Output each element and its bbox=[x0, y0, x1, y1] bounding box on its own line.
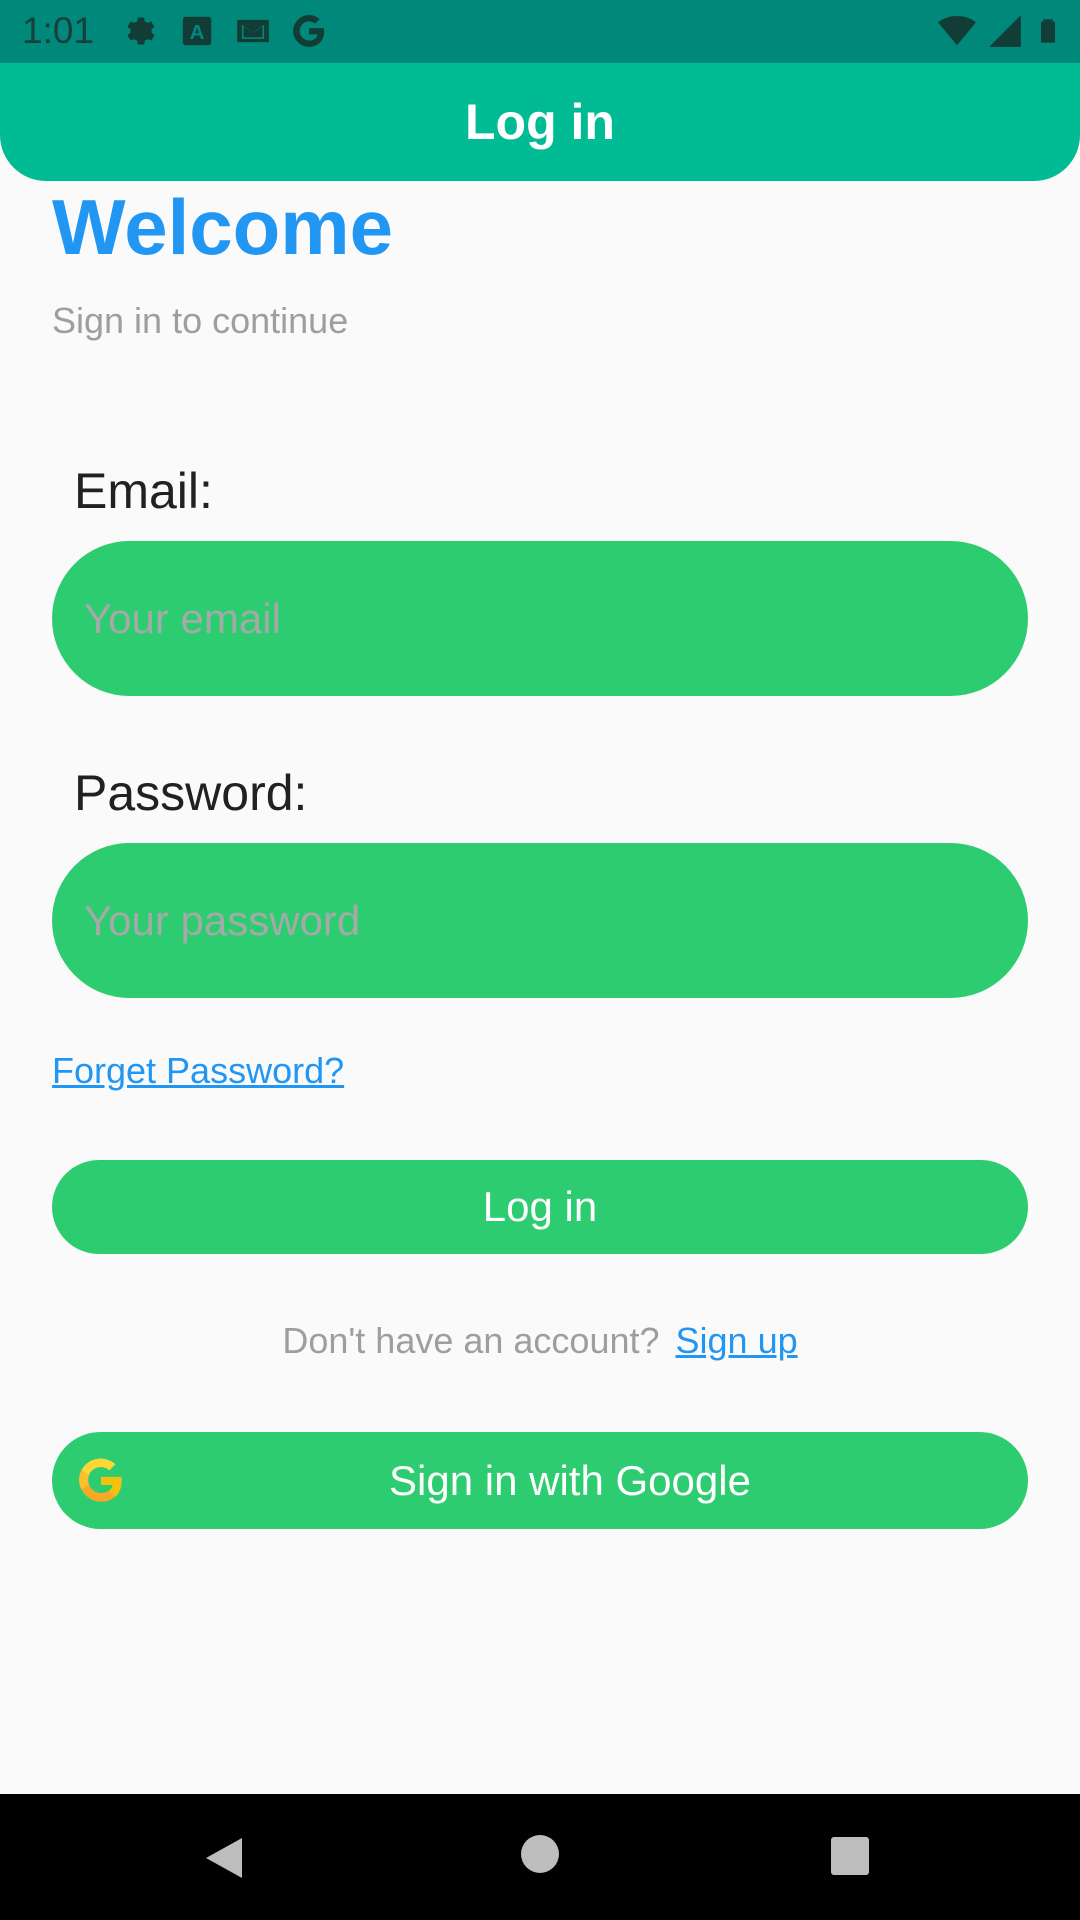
nav-bar bbox=[0, 1794, 1080, 1920]
login-button[interactable]: Log in bbox=[52, 1160, 1028, 1254]
google-g-icon bbox=[79, 1458, 122, 1502]
status-bar: 1:01 A bbox=[0, 0, 1080, 63]
signup-question: Don't have an account? bbox=[282, 1320, 660, 1361]
signal-icon bbox=[989, 15, 1021, 47]
email-field[interactable] bbox=[52, 541, 1028, 696]
welcome-title: Welcome bbox=[52, 183, 394, 271]
status-icons-left: A bbox=[122, 12, 328, 50]
status-icons-right bbox=[938, 12, 1062, 50]
back-icon[interactable] bbox=[202, 1834, 246, 1882]
status-time: 1:01 bbox=[22, 10, 95, 51]
login-button-label: Log in bbox=[482, 1183, 598, 1230]
battery-icon bbox=[1041, 19, 1055, 43]
app-bar: Log in bbox=[0, 63, 1080, 181]
gmail-icon bbox=[237, 19, 269, 43]
google-signin-button[interactable]: Sign in with Google bbox=[52, 1432, 1028, 1529]
signup-link[interactable]: Sign up bbox=[676, 1320, 798, 1362]
home-icon[interactable] bbox=[520, 1834, 560, 1874]
signup-row: Don't have an account? Sign up bbox=[0, 1320, 1080, 1362]
email-label: Email: bbox=[74, 463, 213, 519]
google-button-label: Sign in with Google bbox=[389, 1456, 751, 1504]
gear-icon bbox=[127, 17, 155, 45]
app-bar-title: Log in bbox=[465, 94, 615, 150]
wifi-icon bbox=[938, 15, 976, 46]
welcome-subtitle: Sign in to continue bbox=[52, 300, 349, 341]
svg-text:A: A bbox=[190, 21, 205, 44]
recents-icon[interactable] bbox=[830, 1836, 870, 1876]
password-label: Password: bbox=[74, 765, 308, 821]
google-icon bbox=[293, 15, 325, 47]
password-field[interactable] bbox=[52, 843, 1028, 998]
a-icon: A bbox=[182, 16, 212, 46]
forget-password-link[interactable]: Forget Password? bbox=[52, 1050, 344, 1092]
